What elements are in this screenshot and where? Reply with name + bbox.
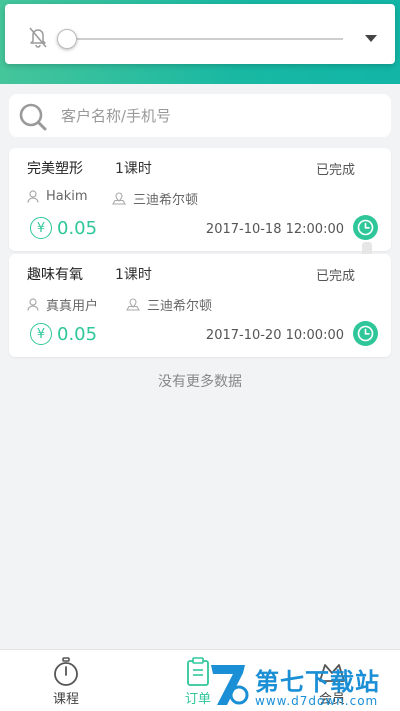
location-icon	[112, 192, 126, 205]
order-card[interactable]: 完美塑形 1课时 已完成 Hakim 三迪希尔顿 ¥ 0.05 2017-10-…	[9, 148, 391, 251]
watermark-brand: 第七下载站	[255, 668, 380, 696]
location-info: 三迪希尔顿	[112, 189, 198, 208]
location-icon	[126, 298, 140, 311]
price: ¥ 0.05	[30, 323, 97, 345]
customer-info: 真真用户	[27, 295, 98, 314]
price-value: 0.05	[57, 323, 98, 345]
location-name: 三迪希尔顿	[133, 193, 199, 208]
user-icon	[27, 190, 39, 203]
order-status: 已完成	[315, 163, 355, 178]
watermark-logo	[211, 665, 249, 705]
yen-icon: ¥	[30, 323, 52, 345]
customer-name: 真真用户	[46, 299, 99, 314]
course-name: 趣味有氧	[27, 267, 83, 283]
chevron-down-icon[interactable]	[362, 31, 380, 45]
clock-icon[interactable]	[353, 321, 378, 346]
list-end-message: 没有更多数据	[158, 374, 242, 390]
course-name: 完美塑形	[27, 161, 83, 177]
customer-info: Hakim	[27, 189, 88, 204]
price: ¥ 0.05	[30, 217, 97, 239]
course-hours: 1课时	[115, 267, 152, 283]
app-screen: 完美塑形 1课时 已完成 Hakim 三迪希尔顿 ¥ 0.05 2017-10-…	[0, 0, 400, 711]
location-name: 三迪希尔顿	[147, 299, 213, 314]
user-icon	[27, 298, 39, 311]
volume-slider-track[interactable]	[67, 38, 343, 40]
order-datetime: 2017-10-20 10:00:00	[205, 328, 344, 343]
watermark-url: www.d7down.com	[255, 694, 379, 708]
volume-slider-thumb[interactable]	[57, 29, 77, 49]
volume-popup	[5, 4, 395, 64]
search-bar	[9, 94, 391, 137]
search-input[interactable]	[61, 94, 381, 137]
bell-muted-icon[interactable]	[25, 24, 51, 50]
yen-icon: ¥	[30, 217, 52, 239]
compass-icon	[54, 657, 78, 686]
clock-icon[interactable]	[353, 215, 378, 240]
nav-item-course[interactable]: 课程	[26, 650, 106, 711]
search-icon	[19, 103, 47, 131]
course-hours: 1课时	[115, 161, 152, 177]
watermark: 第七下载站 www.d7down.com	[207, 660, 397, 710]
price-value: 0.05	[57, 217, 98, 239]
order-card[interactable]: 趣味有氧 1课时 已完成 真真用户 三迪希尔顿 ¥ 0.05 2017-10-2…	[9, 254, 391, 357]
nav-label: 课程	[52, 692, 79, 707]
customer-name: Hakim	[46, 189, 88, 204]
order-status: 已完成	[315, 269, 355, 284]
location-info: 三迪希尔顿	[126, 295, 212, 314]
order-datetime: 2017-10-18 12:00:00	[205, 222, 344, 237]
